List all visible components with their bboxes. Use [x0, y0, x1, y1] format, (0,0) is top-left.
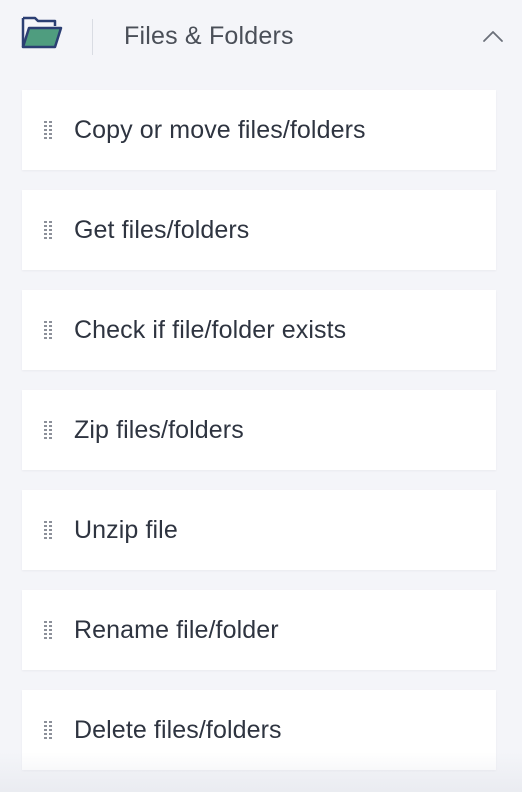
drag-handle-icon[interactable]: [43, 721, 55, 741]
action-item-label: Zip files/folders: [74, 416, 244, 444]
action-item-check-exists[interactable]: Check if file/folder exists: [22, 290, 496, 370]
action-item-get[interactable]: Get files/folders: [22, 190, 496, 270]
action-item-label: Copy or move files/folders: [74, 116, 366, 144]
drag-handle-icon[interactable]: [43, 521, 55, 541]
action-item-label: Get files/folders: [74, 216, 250, 244]
drag-handle-icon[interactable]: [43, 621, 55, 641]
action-item-delete[interactable]: Delete files/folders: [22, 690, 496, 770]
action-item-copy-move[interactable]: Copy or move files/folders: [22, 90, 496, 170]
folder-open-icon: [21, 16, 63, 49]
action-item-label: Unzip file: [74, 516, 178, 544]
drag-handle-icon[interactable]: [43, 421, 55, 441]
action-item-label: Check if file/folder exists: [74, 316, 347, 344]
action-list: Copy or move files/folders Get files/fol…: [22, 90, 496, 770]
section-title: Files & Folders: [124, 22, 294, 50]
header-divider: [92, 19, 93, 55]
drag-handle-icon[interactable]: [43, 321, 55, 341]
chevron-up-icon[interactable]: [480, 26, 506, 46]
action-item-zip[interactable]: Zip files/folders: [22, 390, 496, 470]
section-header[interactable]: Files & Folders: [0, 0, 522, 78]
drag-handle-icon[interactable]: [43, 221, 55, 241]
drag-handle-icon[interactable]: [43, 121, 55, 141]
action-item-rename[interactable]: Rename file/folder: [22, 590, 496, 670]
action-item-unzip[interactable]: Unzip file: [22, 490, 496, 570]
action-item-label: Rename file/folder: [74, 616, 279, 644]
action-item-label: Delete files/folders: [74, 716, 282, 744]
